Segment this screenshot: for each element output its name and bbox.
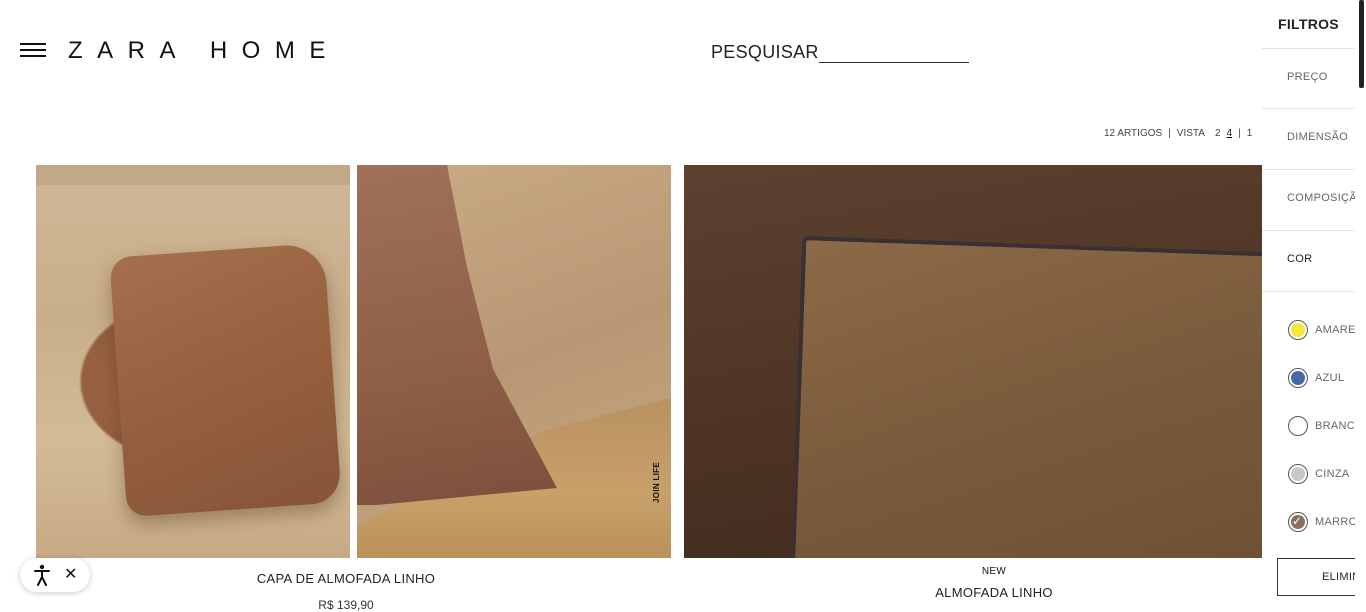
menu-icon[interactable] [20,43,46,59]
view-option-4[interactable]: 4 [1227,128,1233,139]
search-input-line[interactable] [818,45,969,63]
color-swatch[interactable] [1288,464,1308,484]
color-option-blue[interactable]: AZUL [1288,368,1344,388]
separator: | [1238,128,1241,139]
filter-section-price[interactable]: PREÇO [1262,48,1355,109]
color-swatch[interactable] [1288,368,1308,388]
color-option-white[interactable]: BRANCO [1288,416,1364,436]
product-title[interactable]: CAPA DE ALMOFADA LINHO [200,571,492,586]
filters-panel: FILTROS PREÇO DIMENSÃO COMPOSIÇÃO COR AM… [1262,0,1366,612]
color-swatch[interactable]: ✓ [1288,512,1308,532]
color-option-grey[interactable]: CINZA [1288,464,1350,484]
scrollbar-thumb[interactable] [1359,0,1364,88]
color-label: AZUL [1315,372,1345,384]
product-image-1b[interactable] [357,165,671,558]
accessibility-icon[interactable] [33,564,51,586]
filter-label: PREÇO [1287,71,1328,83]
pillow-shape [357,165,557,505]
product-image-2[interactable] [684,165,1262,558]
filter-label: COMPOSIÇÃO [1287,192,1366,204]
separator: | [1168,128,1171,139]
close-icon[interactable]: ✕ [64,567,77,583]
check-icon: ✓ [1292,514,1303,528]
clear-filters-button[interactable]: ELIMINAR [1277,558,1366,596]
view-bar: 12 ARTIGOS | VISTA 2 4 | 1 [1104,128,1252,139]
accessibility-widget[interactable]: ✕ [20,558,90,592]
color-swatch[interactable] [1288,416,1308,436]
pillow-shape [109,242,342,518]
color-label: CINZA [1315,468,1350,480]
view-option-1[interactable]: 1 [1247,128,1253,139]
search-label: PESQUISAR [711,42,819,62]
product-title[interactable]: ALMOFADA LINHO [864,585,1124,600]
filters-title: FILTROS [1278,16,1339,32]
product-price: R$ 139,90 [318,598,374,612]
search-field[interactable]: PESQUISAR [711,42,969,63]
sofa-backdrop [36,165,350,185]
filter-label: COR [1287,253,1313,265]
filter-section-dimension[interactable]: DIMENSÃO [1262,109,1355,170]
view-label: VISTA [1176,128,1205,139]
join-life-label: JOIN LIFE [652,462,661,503]
filter-section-color[interactable]: COR [1262,231,1355,292]
new-badge: NEW [981,566,1007,577]
filter-section-composition[interactable]: COMPOSIÇÃO [1262,170,1365,231]
scrollbar[interactable] [1355,0,1366,612]
logo[interactable]: ZARA HOME [68,37,340,65]
view-option-2[interactable]: 2 [1215,128,1221,139]
pillow-shape [789,236,1262,558]
color-swatch[interactable] [1288,320,1308,340]
filter-label: DIMENSÃO [1287,131,1349,143]
article-count: 12 ARTIGOS [1104,128,1163,139]
product-image-1a[interactable] [36,165,350,558]
